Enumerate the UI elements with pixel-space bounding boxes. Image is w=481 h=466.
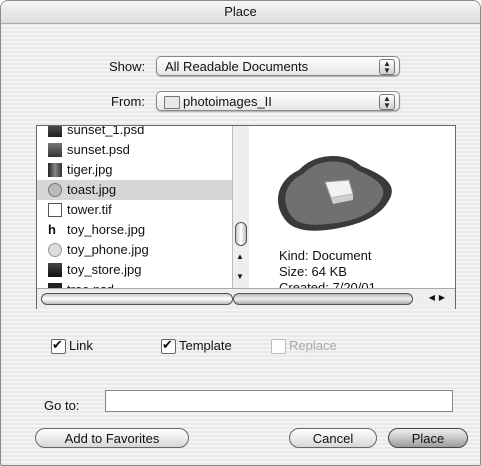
psd-thumbnail-icon xyxy=(48,143,62,157)
file-item-selected[interactable]: toast.jpg xyxy=(37,180,232,200)
preview-pane: Kind: Document Size: 64 KB Created: 7/20… xyxy=(249,126,455,288)
preview-size: Size: 64 KB xyxy=(279,264,347,279)
tif-document-icon xyxy=(48,203,62,217)
file-browser: sunset_1.psd sunset.psd tiger.jpg toast.… xyxy=(36,125,456,309)
show-label: Show: xyxy=(109,59,146,74)
link-checkbox[interactable] xyxy=(51,336,66,354)
file-item[interactable]: h toy_horse.jpg xyxy=(37,220,232,240)
file-item[interactable]: tiger.jpg xyxy=(37,160,232,180)
from-popup[interactable]: photoimages_II ▲ ▼ xyxy=(156,91,400,111)
place-button[interactable]: Place xyxy=(388,428,468,448)
replace-label: Replace xyxy=(289,338,337,353)
window-title: Place xyxy=(1,1,480,24)
jpg-thumbnail-icon: h xyxy=(48,222,56,237)
folder-icon xyxy=(164,96,180,109)
file-item[interactable]: tree.psd xyxy=(37,280,232,288)
add-to-favorites-button[interactable]: Add to Favorites xyxy=(35,428,189,448)
file-item[interactable]: tower.tif xyxy=(37,200,232,220)
popup-arrows-icon: ▲ ▼ xyxy=(379,94,395,110)
show-popup[interactable]: All Readable Documents ▲ ▼ xyxy=(156,56,400,76)
show-popup-value: All Readable Documents xyxy=(165,59,309,74)
file-item[interactable]: sunset.psd xyxy=(37,140,232,160)
psd-thumbnail-icon xyxy=(48,126,62,137)
scroll-down-arrow-icon[interactable]: ▼ xyxy=(236,272,244,281)
place-dialog: Place Show: All Readable Documents ▲ ▼ Fr… xyxy=(0,0,481,466)
link-label: Link xyxy=(69,338,93,353)
replace-checkbox xyxy=(271,339,286,354)
jpg-thumbnail-icon xyxy=(48,243,62,257)
file-item[interactable]: sunset_1.psd xyxy=(37,126,232,140)
preview-kind: Kind: Document xyxy=(279,248,372,263)
scroll-thumb[interactable] xyxy=(41,293,233,305)
scroll-thumb[interactable] xyxy=(235,222,247,246)
file-list: sunset_1.psd sunset.psd tiger.jpg toast.… xyxy=(37,126,233,288)
toast-preview-image xyxy=(277,155,392,231)
goto-label: Go to: xyxy=(44,398,80,413)
jpg-thumbnail-icon xyxy=(48,263,62,277)
preview-created: Created: 7/20/01 xyxy=(279,280,376,288)
template-label: Template xyxy=(179,338,232,353)
scroll-up-arrow-icon[interactable]: ▲ xyxy=(236,252,244,261)
scroll-thumb[interactable] xyxy=(233,293,413,305)
browser-horizontal-scrollbar[interactable]: ◀▶ xyxy=(37,288,455,309)
file-list-scrollbar[interactable]: ▲ ▼ xyxy=(232,126,249,288)
file-item[interactable]: toy_phone.jpg xyxy=(37,240,232,260)
jpg-thumbnail-icon xyxy=(48,163,62,177)
cancel-button[interactable]: Cancel xyxy=(289,428,377,448)
jpg-thumbnail-icon xyxy=(48,183,62,197)
goto-input[interactable] xyxy=(105,390,453,412)
scroll-left-right-arrows-icon[interactable]: ◀▶ xyxy=(429,293,449,302)
popup-arrows-icon: ▲ ▼ xyxy=(379,59,395,75)
template-checkbox[interactable] xyxy=(161,336,176,354)
file-item[interactable]: toy_store.jpg xyxy=(37,260,232,280)
from-label: From: xyxy=(111,94,145,109)
from-popup-value: photoimages_II xyxy=(183,94,272,109)
